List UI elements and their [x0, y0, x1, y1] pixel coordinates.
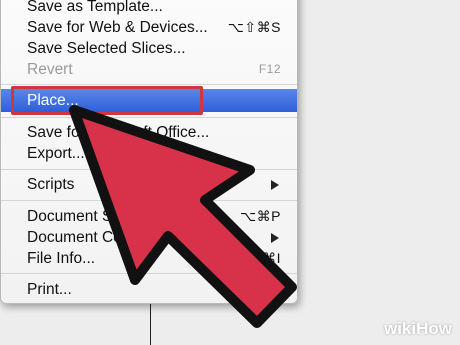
menu-item-label: Document Setup... [27, 208, 156, 225]
menu-separator [1, 169, 297, 170]
menu-item-label: File Info... [27, 250, 96, 267]
menu-item-shortcut: ⌥⇧⌘S [227, 19, 281, 35]
menu-item-label: Export... [27, 145, 85, 162]
menu-item-save-as-template[interactable]: Save as Template... [1, 0, 297, 17]
menu-item-label: Document Color Mode [27, 229, 183, 246]
menu-item-shortcut: ⌥⌘P [240, 208, 281, 224]
menu-item-label: Save Selected Slices... [27, 40, 186, 57]
menu-item-shortcut: ⌘P [256, 281, 281, 297]
watermark-how: How [416, 319, 452, 338]
menu-item-document-setup[interactable]: Document Setup... ⌥⌘P [1, 206, 297, 227]
menu-item-label: Save for Microsoft Office... [27, 124, 210, 141]
menu-item-document-color-mode[interactable]: Document Color Mode [1, 227, 297, 248]
menu-item-print[interactable]: Print... ⌘P [1, 279, 297, 300]
chevron-right-icon [271, 233, 279, 243]
menu-item-label: Save for Web & Devices... [27, 19, 208, 36]
menu-separator [1, 84, 297, 85]
menu-item-save-for-web[interactable]: Save for Web & Devices... ⌥⇧⌘S [1, 17, 297, 38]
watermark: wikiHow [384, 319, 452, 339]
menu-separator [1, 273, 297, 274]
menu-item-scripts[interactable]: Scripts [1, 174, 297, 195]
window-edge-divider [150, 300, 151, 345]
menu-separator [1, 117, 297, 118]
menu-separator [1, 200, 297, 201]
menu-item-label: Save as Template... [27, 0, 163, 15]
menu-item-save-selected-slices[interactable]: Save Selected Slices... [1, 38, 297, 59]
menu-item-revert: Revert F12 [1, 59, 297, 80]
menu-item-shortcut: F12 [258, 62, 281, 76]
chevron-right-icon [271, 180, 279, 190]
menu-item-label: Scripts [27, 176, 75, 193]
menu-item-export[interactable]: Export... [1, 143, 297, 164]
file-menu: Save as Template... Save for Web & Devic… [0, 0, 298, 304]
menu-item-label: Revert [27, 61, 73, 78]
menu-item-label: Print... [27, 281, 72, 298]
menu-item-save-for-microsoft-office[interactable]: Save for Microsoft Office... [1, 122, 297, 143]
annotation-highlight-box [11, 86, 203, 115]
menu-item-shortcut: ⌥⇧⌘I [233, 250, 281, 266]
menu-item-file-info[interactable]: File Info... ⌥⇧⌘I [1, 248, 297, 269]
watermark-wiki: wiki [383, 319, 417, 338]
